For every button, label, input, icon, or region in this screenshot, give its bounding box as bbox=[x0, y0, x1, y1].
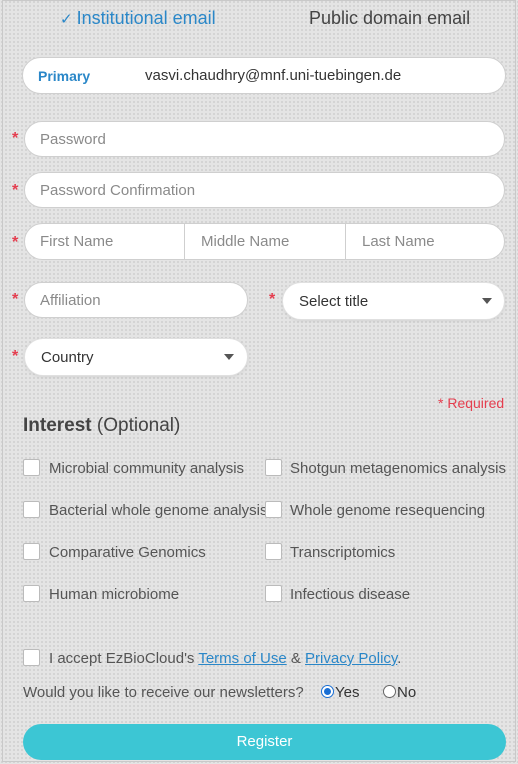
title-select-value: Select title bbox=[299, 293, 369, 310]
terms-suffix: . bbox=[397, 650, 402, 667]
tab-public-label: Public domain email bbox=[309, 8, 471, 28]
interest-checkbox[interactable] bbox=[265, 501, 282, 518]
newsletter-yes-label: Yes bbox=[335, 684, 360, 701]
primary-email-value: vasvi.chaudhry@mnf.uni-tuebingen.de bbox=[145, 67, 402, 84]
interest-option-label: Transcriptomics bbox=[290, 544, 396, 561]
tab-public-domain-email[interactable]: Public domain email bbox=[309, 8, 470, 29]
interest-checkbox[interactable] bbox=[23, 459, 40, 476]
interest-option-label: Comparative Genomics bbox=[49, 544, 206, 561]
divider bbox=[345, 224, 346, 259]
primary-email-field[interactable]: Primary vasvi.chaudhry@mnf.uni-tuebingen… bbox=[22, 57, 506, 94]
password-confirmation-input[interactable]: Password Confirmation bbox=[24, 172, 505, 208]
required-marker: * bbox=[12, 182, 19, 199]
required-marker: * bbox=[12, 291, 19, 308]
interest-heading: Interest (Optional) bbox=[23, 415, 180, 437]
chevron-down-icon bbox=[224, 354, 234, 360]
required-marker: * bbox=[12, 130, 19, 147]
interest-title-bold: Interest bbox=[23, 415, 92, 436]
register-button[interactable]: Register bbox=[23, 724, 506, 760]
chevron-down-icon bbox=[482, 298, 492, 304]
newsletter-no-radio[interactable] bbox=[383, 685, 396, 698]
interest-checkbox[interactable] bbox=[265, 543, 282, 560]
primary-label: Primary bbox=[38, 68, 91, 84]
password-placeholder: Password bbox=[40, 131, 106, 148]
newsletter-yes-radio[interactable] bbox=[321, 685, 334, 698]
interest-option-label: Shotgun metagenomics analysis bbox=[290, 460, 506, 477]
affiliation-placeholder: Affiliation bbox=[40, 292, 101, 309]
interest-title-optional: (Optional) bbox=[91, 415, 181, 436]
accept-terms-checkbox[interactable] bbox=[23, 649, 40, 666]
newsletter-no-label: No bbox=[397, 684, 417, 701]
country-select-value: Country bbox=[41, 349, 94, 366]
title-select[interactable]: Select title bbox=[282, 282, 505, 320]
interest-option-label: Microbial community analysis bbox=[49, 460, 245, 477]
middle-name-input[interactable]: Middle Name bbox=[186, 224, 345, 259]
form-frame bbox=[2, 0, 516, 762]
required-marker: * bbox=[269, 291, 276, 308]
password-confirmation-placeholder: Password Confirmation bbox=[40, 182, 196, 199]
interest-option-label: Whole genome resequencing bbox=[290, 502, 486, 519]
first-name-input[interactable]: First Name bbox=[25, 224, 184, 259]
required-marker: * bbox=[12, 348, 19, 365]
interest-checkbox[interactable] bbox=[23, 501, 40, 518]
first-name-placeholder: First Name bbox=[40, 233, 114, 250]
last-name-placeholder: Last Name bbox=[362, 233, 435, 250]
newsletter-question: Would you like to receive our newsletter… bbox=[23, 684, 304, 701]
interest-option-label: Bacterial whole genome analysis bbox=[49, 502, 268, 519]
divider bbox=[184, 224, 185, 259]
last-name-input[interactable]: Last Name bbox=[347, 224, 505, 259]
interest-checkbox[interactable] bbox=[23, 585, 40, 602]
password-input[interactable]: Password bbox=[24, 121, 505, 157]
affiliation-input[interactable]: Affiliation bbox=[24, 282, 248, 318]
middle-name-placeholder: Middle Name bbox=[201, 233, 290, 250]
check-icon: ✓ bbox=[60, 11, 73, 28]
name-fields-group: First Name Middle Name Last Name bbox=[24, 223, 505, 260]
accept-terms-text: I accept EzBioCloud's Terms of Use & Pri… bbox=[49, 650, 401, 667]
interest-checkbox[interactable] bbox=[23, 543, 40, 560]
tab-institutional-label: Institutional email bbox=[76, 8, 216, 28]
privacy-policy-link[interactable]: Privacy Policy bbox=[305, 650, 397, 667]
interest-option-label: Human microbiome bbox=[49, 586, 180, 603]
interest-checkbox[interactable] bbox=[265, 459, 282, 476]
required-note: * Required bbox=[438, 395, 505, 411]
required-marker: * bbox=[12, 234, 19, 251]
terms-of-use-link[interactable]: Terms of Use bbox=[198, 650, 286, 667]
tab-institutional-email[interactable]: ✓ Institutional email bbox=[60, 8, 216, 29]
country-select[interactable]: Country bbox=[24, 338, 248, 376]
terms-prefix: I accept EzBioCloud's bbox=[49, 650, 199, 667]
interest-checkbox[interactable] bbox=[265, 585, 282, 602]
terms-amp: & bbox=[286, 650, 306, 667]
interest-option-label: Infectious disease bbox=[290, 586, 411, 603]
